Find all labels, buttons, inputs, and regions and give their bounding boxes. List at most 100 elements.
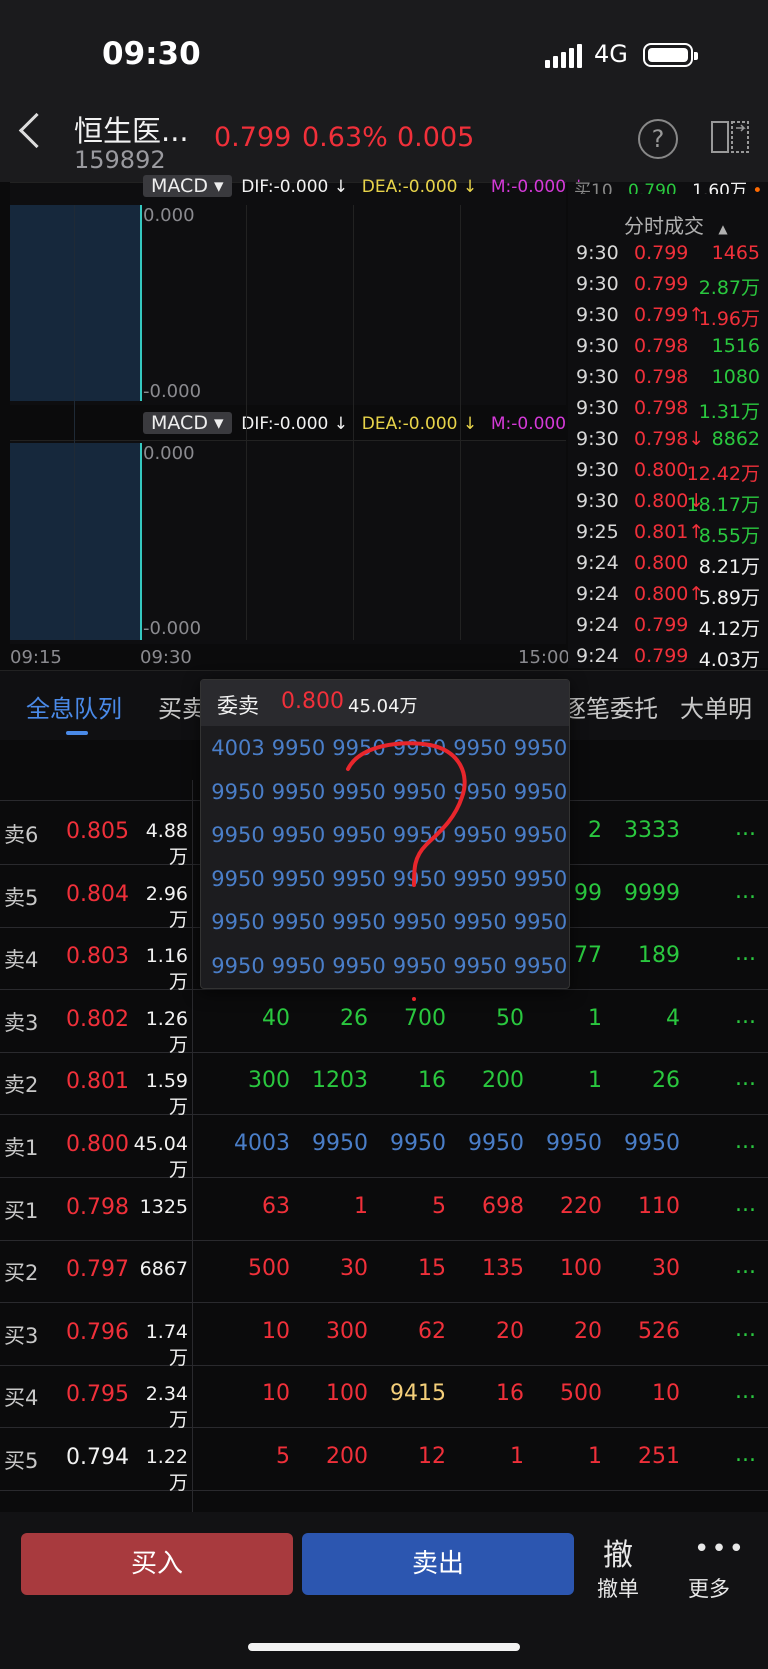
macd-legend-2: MACD ▾ DIF:-0.000 ↓ DEA:-0.000 ↓ M:-0.00… <box>143 411 586 435</box>
queue-order-cell: 16 <box>418 1068 446 1094</box>
buy-button[interactable]: 买入 <box>21 1533 293 1595</box>
more-orders-button[interactable]: ... <box>735 941 756 966</box>
more-label[interactable]: 更多 <box>688 1573 730 1603</box>
macd-select-button[interactable]: MACD ▾ <box>143 175 232 197</box>
queue-order-cell: 20 <box>496 1318 524 1344</box>
tab-order-by-order[interactable]: 逐笔委托 <box>562 689 658 724</box>
help-icon[interactable]: ? <box>638 119 678 159</box>
more-orders-button[interactable]: ... <box>735 816 756 841</box>
tab-large-orders[interactable]: 大单明 <box>680 689 752 724</box>
more-orders-button[interactable]: ... <box>735 1129 756 1154</box>
macd-axis-bottom: -0.000 <box>143 381 202 402</box>
tick-row: 9:24 0.800↑ 5.89万 <box>568 583 768 614</box>
popup-queue-cell: 9950 <box>513 953 568 978</box>
tab-bid-ask[interactable]: 买卖 <box>158 689 206 724</box>
tick-volume: 12.42万 <box>686 463 760 485</box>
tab-full-queue[interactable]: 全息队列 <box>26 689 122 724</box>
level-price: 0.802 <box>66 1006 129 1032</box>
time-and-sales-panel[interactable]: 买10 0.790 1.60万 • 分时成交 ▲ 9:30 0.799 1465 9:… <box>568 181 768 671</box>
battery-icon <box>643 43 698 67</box>
tab-active-indicator <box>66 731 88 735</box>
more-icon[interactable]: ••• <box>694 1534 746 1564</box>
popup-price: 0.800 <box>281 689 344 714</box>
dif-value: DIF:-0.000 ↓ <box>241 414 349 434</box>
level-volume: 1.16万 <box>145 945 188 994</box>
popup-queue-cell: 4003 <box>211 736 265 760</box>
tick-time: 9:24 <box>576 645 619 667</box>
queue-order-cell: 26 <box>652 1068 680 1094</box>
tick-price: 0.798 <box>634 366 689 388</box>
level-price: 0.797 <box>66 1257 129 1283</box>
more-orders-button[interactable]: ... <box>735 879 756 904</box>
orderbook-row[interactable]: 卖3 0.802 1.26万 40 26 700 50 1 4... <box>0 990 768 1056</box>
queue-order-cell: 1 <box>588 1444 602 1469</box>
queue-order-cell: 5 <box>276 1444 290 1469</box>
orderbook-row[interactable]: 买4 0.795 2.34万 10 100 9415 16 500 10... <box>0 1365 768 1431</box>
queue-order-cell: 10 <box>262 1318 290 1344</box>
tick-price: 0.800 <box>634 552 689 574</box>
sell-button[interactable]: 卖出 <box>302 1533 574 1595</box>
queue-order-cell: 1203 <box>312 1068 368 1094</box>
home-indicator[interactable] <box>248 1643 520 1651</box>
queue-order-cell: 15 <box>418 1256 446 1282</box>
tick-header[interactable]: 分时成交 ▲ <box>624 210 728 239</box>
tick-time: 9:30 <box>576 490 619 512</box>
more-orders-button[interactable]: ... <box>735 1192 756 1217</box>
popup-queue-cell: 9950 <box>513 736 568 760</box>
more-orders-button[interactable]: ... <box>735 1254 756 1279</box>
popup-queue-cell: 9950 <box>211 910 265 934</box>
tick-time: 9:30 <box>576 397 619 419</box>
tick-volume: 8.55万 <box>698 525 760 547</box>
tick-volume: 1.96万 <box>698 308 760 330</box>
layout-toggle-icon[interactable] <box>710 118 750 156</box>
queue-order-cell: 1 <box>588 1068 602 1094</box>
cancel-order-label[interactable]: 撤单 <box>597 1573 639 1603</box>
orderbook-row[interactable]: 买2 0.797 6867 500 30 15 135 100 30... <box>0 1240 768 1304</box>
queue-order-cell: 10 <box>262 1381 290 1407</box>
change-amount: 0.005 <box>397 122 475 153</box>
macd-select-button[interactable]: MACD ▾ <box>143 412 232 434</box>
tick-time: 9:30 <box>576 428 619 450</box>
tick-row: 9:30 0.799 1465 <box>568 242 768 273</box>
macd-legend-1: MACD ▾ DIF:-0.000 ↓ DEA:-0.000 ↓ M:-0.00… <box>143 174 586 198</box>
popup-queue-cell: 9950 <box>271 866 326 891</box>
tick-time: 9:30 <box>576 459 619 481</box>
queue-order-cell: 135 <box>482 1256 524 1282</box>
level-volume: 1.26万 <box>145 1007 188 1056</box>
tick-price: 0.799 <box>634 273 689 295</box>
macd-highlight-area <box>10 205 140 401</box>
popup-queue-cell: 9950 <box>271 953 326 978</box>
queue-order-cell: 9950 <box>390 1131 446 1156</box>
status-time: 09:30 <box>102 36 201 72</box>
level-label: 买4 <box>4 1386 39 1411</box>
queue-order-cell: 9950 <box>624 1131 680 1156</box>
queue-order-cell: 500 <box>560 1381 602 1407</box>
more-orders-button[interactable]: ... <box>735 1442 756 1467</box>
tick-time: 9:30 <box>576 366 619 388</box>
orderbook-row[interactable]: 买1 0.798 1325 63 1 5 698 220 110... <box>0 1178 768 1241</box>
more-orders-button[interactable]: ... <box>735 1004 756 1029</box>
tick-row: 9:30 0.799↑ 1.96万 <box>568 304 768 335</box>
tick-price: 0.798↓ <box>634 428 705 450</box>
popup-volume: 45.04万 <box>348 696 418 717</box>
tick-volume: 8.21万 <box>698 556 760 578</box>
tick-price: 0.800 <box>634 459 689 481</box>
orderbook-row[interactable]: 卖1 0.800 45.04万 4003 9950 9950 9950 9950 9950... <box>0 1115 768 1181</box>
tick-time: 9:30 <box>576 242 619 264</box>
level-label: 买2 <box>4 1261 39 1286</box>
annotation-dot <box>412 997 416 1001</box>
queue-order-cell: 50 <box>496 1005 524 1031</box>
more-orders-button[interactable]: ... <box>735 1066 756 1091</box>
level-price: 0.798 <box>66 1194 129 1220</box>
tick-time: 9:24 <box>576 552 619 574</box>
orderbook-row[interactable]: 卖2 0.801 1.59万 300 1203 16 200 1 26... <box>0 1052 768 1118</box>
tick-row: 9:30 0.799 2.87万 <box>568 273 768 304</box>
orderbook-row[interactable]: 买3 0.796 1.74万 10 300 62 20 20 526... <box>0 1303 768 1369</box>
more-orders-button[interactable]: ... <box>735 1317 756 1342</box>
more-orders-button[interactable]: ... <box>735 1379 756 1404</box>
orderbook-row[interactable]: 买5 0.794 1.22万 5 200 12 1 1 251... <box>0 1428 768 1494</box>
level-label: 卖4 <box>4 948 39 973</box>
cancel-order-icon[interactable]: 撤 <box>603 1530 633 1574</box>
tick-time: 9:24 <box>576 614 619 636</box>
queue-order-cell: 700 <box>404 1005 446 1031</box>
